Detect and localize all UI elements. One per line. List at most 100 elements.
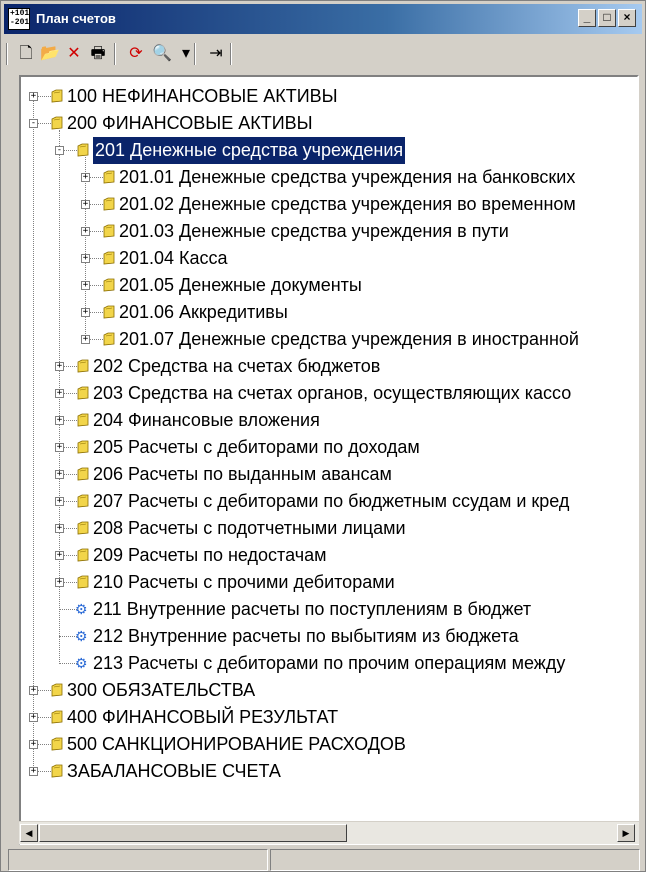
expand-icon[interactable]: +: [55, 389, 64, 398]
expand-icon[interactable]: +: [81, 281, 90, 290]
expand-icon[interactable]: +: [81, 254, 90, 263]
tree-item-label: 201.06 Аккредитивы: [119, 302, 288, 322]
dropdown-arrow-button[interactable]: ▾: [174, 43, 198, 65]
app-icon: +101 -201: [8, 8, 30, 30]
tree-item-label: 205 Расчеты с дебиторами по доходам: [93, 437, 420, 457]
folder-icon: [103, 197, 115, 211]
collapse-icon[interactable]: -: [29, 119, 38, 128]
tree-item-label: 201 Денежные средства учреждения: [91, 136, 407, 165]
open-folder-icon: 📂: [40, 45, 60, 62]
tree-item[interactable]: +201.02 Денежные средства учреждения во …: [21, 191, 637, 218]
tree-item[interactable]: + ЗАБАЛАНСОВЫЕ СЧЕТА: [21, 758, 637, 785]
expand-icon[interactable]: +: [29, 740, 38, 749]
tree-item[interactable]: - 201 Денежные средства учреждения: [21, 136, 637, 165]
accounts-tree[interactable]: +100 НЕФИНАНСОВЫЕ АКТИВЫ - 200 ФИНАНСОВЫЕ …: [19, 75, 639, 845]
account-gear-icon: ⚙: [75, 601, 88, 617]
open-folder-button[interactable]: 📂: [38, 43, 62, 65]
maximize-button[interactable]: □: [598, 9, 616, 27]
delete-button[interactable]: ✕: [62, 43, 86, 65]
tree-item-label: 211 Внутренние расчеты по поступлениям в…: [93, 599, 532, 619]
print-button[interactable]: 🖶: [86, 43, 110, 65]
tree-item[interactable]: +208 Расчеты с подотчетными лицами: [21, 515, 637, 542]
tree-item[interactable]: +203 Средства на счетах органов, осущест…: [21, 380, 637, 407]
tree-item-label: 300 ОБЯЗАТЕЛЬСТВА: [67, 680, 256, 700]
collapse-icon[interactable]: -: [55, 146, 64, 155]
exit-button[interactable]: ⇥: [204, 43, 228, 65]
tree-item[interactable]: +100 НЕФИНАНСОВЫЕ АКТИВЫ: [21, 83, 637, 110]
tree-item[interactable]: +204 Финансовые вложения: [21, 407, 637, 434]
scroll-left-button[interactable]: ◀: [20, 824, 38, 842]
expand-icon[interactable]: +: [55, 524, 64, 533]
tree-item-label: 201.07 Денежные средства учреждения в ин…: [119, 329, 579, 349]
expand-icon[interactable]: +: [81, 308, 90, 317]
scroll-right-button[interactable]: ▶: [617, 824, 635, 842]
tree-item[interactable]: +201.01 Денежные средства учреждения на …: [21, 164, 637, 191]
folder-icon: [103, 278, 115, 292]
tree-item[interactable]: +201.07 Денежные средства учреждения в и…: [21, 326, 637, 353]
tree-item[interactable]: +201.05 Денежные документы: [21, 272, 637, 299]
expand-icon[interactable]: +: [55, 416, 64, 425]
tree-item-label: 400 ФИНАНСОВЫЙ РЕЗУЛЬТАТ: [67, 707, 339, 727]
toolbar-separator: [6, 43, 8, 65]
expand-icon[interactable]: +: [29, 767, 38, 776]
status-bar: [4, 847, 642, 871]
scroll-thumb[interactable]: [39, 824, 347, 842]
tree-item[interactable]: +400 ФИНАНСОВЫЙ РЕЗУЛЬТАТ: [21, 704, 637, 731]
tree-item[interactable]: ⚙ 212 Внутренние расчеты по выбытиям из б…: [21, 623, 637, 650]
folder-icon: [51, 89, 63, 103]
tree-item[interactable]: +205 Расчеты с дебиторами по доходам: [21, 434, 637, 461]
tree-item-label: 209 Расчеты по недостачам: [93, 545, 327, 565]
expand-icon[interactable]: +: [55, 362, 64, 371]
expand-icon[interactable]: +: [81, 173, 90, 182]
tree-item[interactable]: +202 Средства на счетах бюджетов: [21, 353, 637, 380]
expand-icon[interactable]: +: [29, 713, 38, 722]
search-icon: 🔍: [152, 45, 172, 62]
folder-icon: [77, 440, 89, 454]
tree-item-label: 201.02 Денежные средства учреждения во в…: [119, 194, 576, 214]
tree-item-label: 203 Средства на счетах органов, осуществ…: [93, 383, 572, 403]
tree-item[interactable]: +209 Расчеты по недостачам: [21, 542, 637, 569]
folder-icon: [77, 359, 89, 373]
refresh-button[interactable]: ⟳: [124, 43, 148, 65]
tree-item[interactable]: +210 Расчеты с прочими дебиторами: [21, 569, 637, 596]
new-icon: 🗋: [19, 45, 33, 62]
tree-item-label: 210 Расчеты с прочими дебиторами: [93, 572, 395, 592]
new-button[interactable]: 🗋: [14, 43, 38, 65]
tree-item[interactable]: +201.06 Аккредитивы: [21, 299, 637, 326]
expand-icon[interactable]: +: [29, 686, 38, 695]
folder-icon: [103, 305, 115, 319]
tree-item[interactable]: +500 САНКЦИОНИРОВАНИЕ РАСХОДОВ: [21, 731, 637, 758]
folder-icon: [51, 710, 63, 724]
expand-icon[interactable]: +: [81, 227, 90, 236]
folder-icon: [103, 332, 115, 346]
tree-item[interactable]: +207 Расчеты с дебиторами по бюджетным с…: [21, 488, 637, 515]
tree-item[interactable]: ⚙ 213 Расчеты с дебиторами по прочим опер…: [21, 650, 637, 677]
folder-icon: [103, 251, 115, 265]
folder-icon: [51, 683, 63, 697]
print-icon: 🖶: [90, 45, 106, 62]
tree-item[interactable]: +201.03 Денежные средства учреждения в п…: [21, 218, 637, 245]
tree-item[interactable]: +300 ОБЯЗАТЕЛЬСТВА: [21, 677, 637, 704]
expand-icon[interactable]: +: [55, 470, 64, 479]
search-button[interactable]: 🔍: [150, 43, 174, 65]
title-bar[interactable]: +101 -201 План счетов _ □ ×: [4, 4, 642, 34]
minimize-button[interactable]: _: [578, 9, 596, 27]
expand-icon[interactable]: +: [81, 200, 90, 209]
toolbar: 🗋 📂 ✕ 🖶 ⟳ 🔍 ▾ ⇥: [4, 35, 642, 71]
tree-item-label: 213 Расчеты с дебиторами по прочим опера…: [93, 653, 566, 673]
tree-item[interactable]: +206 Расчеты по выданным авансам: [21, 461, 637, 488]
tree-item[interactable]: +201.04 Касса: [21, 245, 637, 272]
tree-item-label: 200 ФИНАНСОВЫЕ АКТИВЫ: [67, 113, 313, 133]
expand-icon[interactable]: +: [55, 443, 64, 452]
close-button[interactable]: ×: [618, 9, 636, 27]
tree-item[interactable]: ⚙ 211 Внутренние расчеты по поступлениям …: [21, 596, 637, 623]
folder-icon: [77, 386, 89, 400]
horizontal-scrollbar[interactable]: ◀ ▶: [19, 821, 639, 844]
expand-icon[interactable]: +: [81, 335, 90, 344]
expand-icon[interactable]: +: [55, 551, 64, 560]
tree-item-label: 201.05 Денежные документы: [119, 275, 362, 295]
expand-icon[interactable]: +: [55, 497, 64, 506]
expand-icon[interactable]: +: [55, 578, 64, 587]
tree-item[interactable]: - 200 ФИНАНСОВЫЕ АКТИВЫ: [21, 110, 637, 137]
expand-icon[interactable]: +: [29, 92, 38, 101]
